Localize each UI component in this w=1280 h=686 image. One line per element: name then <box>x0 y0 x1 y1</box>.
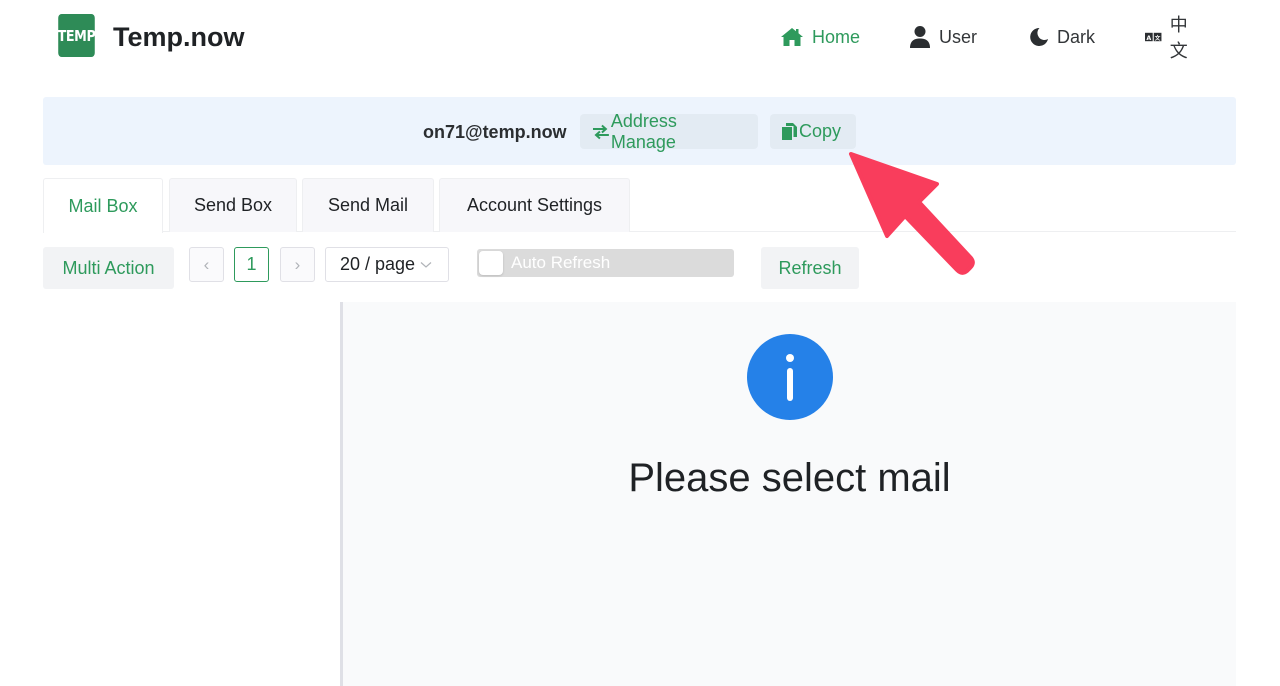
next-page-button[interactable]: › <box>280 247 315 282</box>
translate-icon: A 文 <box>1145 32 1162 42</box>
page-number-current[interactable]: 1 <box>234 247 269 282</box>
copy-icon <box>782 122 797 140</box>
tab-send-mail[interactable]: Send Mail <box>302 178 434 232</box>
nav-user[interactable]: User <box>909 22 977 52</box>
tab-send-box[interactable]: Send Box <box>169 178 297 232</box>
nav-dark[interactable]: Dark <box>1029 22 1095 52</box>
top-header: TEMP Temp.now Home User Dark A 文 中文 <box>0 0 1280 80</box>
auto-refresh-label: Auto Refresh <box>511 253 611 272</box>
page-size-value: 20 / page <box>340 254 416 274</box>
toggle-knob <box>479 251 503 275</box>
current-email-address: on71@temp.now <box>423 122 567 142</box>
nav-dark-label: Dark <box>1057 26 1096 47</box>
moon-icon <box>1030 27 1048 46</box>
nav-language-label: 中文 <box>1169 15 1188 61</box>
info-icon <box>747 334 833 420</box>
tab-mail-box[interactable]: Mail Box <box>43 178 163 233</box>
mail-list <box>43 302 340 686</box>
nav-user-label: User <box>939 26 978 47</box>
multi-action-button[interactable]: Multi Action <box>43 247 174 289</box>
address-manage-button[interactable]: Address Manage <box>580 111 758 152</box>
nav-home-label: Home <box>812 26 861 47</box>
user-icon <box>910 26 930 48</box>
address-manage-label: Address Manage <box>610 110 677 152</box>
svg-text:A: A <box>1146 35 1151 42</box>
logo-icon[interactable]: TEMP <box>58 14 96 57</box>
empty-state-message: Please select mail <box>628 456 951 500</box>
chevron-left-icon: ‹ <box>203 254 210 274</box>
page-size-select[interactable]: 20 / page <box>325 247 449 282</box>
chevron-right-icon: › <box>294 254 301 274</box>
auto-refresh-toggle[interactable]: Auto Refresh <box>477 249 734 277</box>
nav-home[interactable]: Home <box>780 22 860 52</box>
swap-icon <box>592 124 609 139</box>
prev-page-button[interactable]: ‹ <box>189 247 224 282</box>
main-tabs: Mail Box Send Box Send Mail Account Sett… <box>43 178 1236 233</box>
chevron-down-icon <box>420 261 432 268</box>
tab-account-settings[interactable]: Account Settings <box>439 178 630 232</box>
nav-language[interactable]: A 文 中文 <box>1145 15 1195 61</box>
brand-title[interactable]: Temp.now <box>113 22 245 53</box>
home-icon <box>781 28 803 46</box>
copy-label: Copy <box>799 121 842 141</box>
copy-button[interactable]: Copy <box>770 114 856 149</box>
page: TEMP Temp.now Home User Dark A 文 中文 on71… <box>0 0 1280 686</box>
annotation-arrow-icon <box>849 152 975 275</box>
